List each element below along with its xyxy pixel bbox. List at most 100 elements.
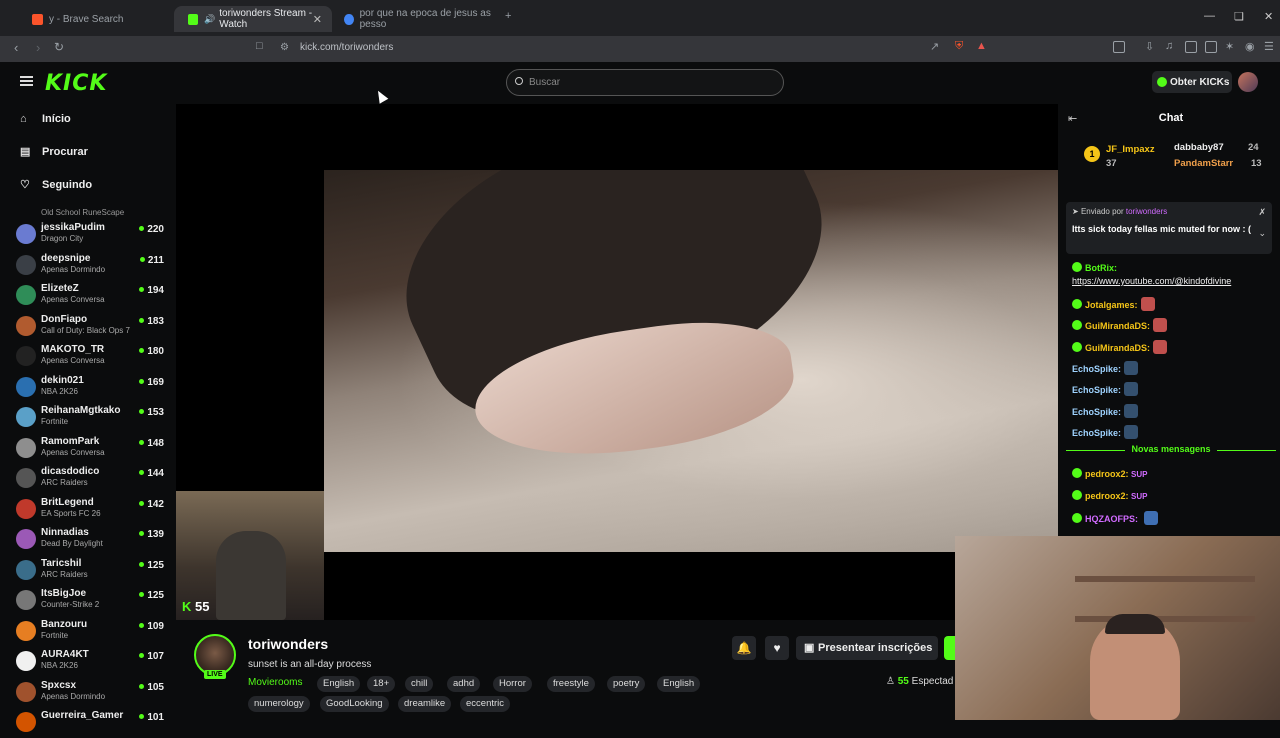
tag-chip[interactable]: freestyle xyxy=(547,676,595,692)
tag-chip[interactable]: chill xyxy=(405,676,434,692)
site-info-icon[interactable]: ⚙ xyxy=(280,42,289,53)
close-window-icon[interactable]: ✕ xyxy=(1264,10,1273,23)
maximize-icon[interactable]: ❏ xyxy=(1234,10,1244,23)
browser-tab[interactable]: y - Brave Search xyxy=(18,6,178,32)
close-tab-icon[interactable]: ✕ xyxy=(313,13,322,26)
stream-category[interactable]: Movierooms xyxy=(248,677,302,688)
sidebar-channel[interactable]: jessikaPudim Dragon City 220 xyxy=(16,220,166,250)
unpin-icon[interactable]: ✗ xyxy=(1258,207,1266,218)
chat-username[interactable]: HQZAOFPS: xyxy=(1085,514,1138,524)
download-icon[interactable]: ⇩ xyxy=(1145,40,1154,53)
sidebar-channel[interactable]: Taricshil ARC Raiders 125 xyxy=(16,556,166,586)
chat-username[interactable]: Jotalgames: xyxy=(1085,300,1138,310)
channel-category: Apenas Conversa xyxy=(41,447,105,457)
sidebar-channel[interactable]: AURA4KT NBA 2K26 107 xyxy=(16,647,166,677)
sidebar-channel[interactable]: Banzouru Fortnite 109 xyxy=(16,617,166,647)
kick-logo[interactable]: KICK xyxy=(45,71,107,96)
sidebar-channel[interactable]: dicasdodico ARC Raiders 144 xyxy=(16,464,166,494)
sidebar-channel[interactable]: Guerreira_Gamer 101 xyxy=(16,708,166,738)
menu-icon[interactable]: ☰ xyxy=(1264,40,1274,53)
back-icon[interactable]: ‹ xyxy=(14,40,18,55)
tag-chip[interactable]: GoodLooking xyxy=(320,696,389,712)
chat-username[interactable]: EchoSpike: xyxy=(1072,428,1121,438)
chat-message: pedroox2: SUP xyxy=(1072,489,1147,501)
channel-viewers: 211 xyxy=(140,255,164,266)
bookmark-icon[interactable]: □ xyxy=(256,40,263,52)
gifter-name[interactable]: JF_Impaxz xyxy=(1106,144,1155,155)
streamer-name[interactable]: toriwonders xyxy=(248,636,328,652)
channel-avatar xyxy=(16,559,36,580)
chat-username[interactable]: EchoSpike: xyxy=(1072,407,1121,417)
sidebar-channel[interactable]: deepsnipe Apenas Dormindo 211 xyxy=(16,251,166,281)
tag-chip[interactable]: English xyxy=(657,676,701,692)
reload-icon[interactable]: ↻ xyxy=(54,40,64,54)
chat-title: Chat xyxy=(1158,112,1184,124)
media-icon[interactable]: ♫ xyxy=(1165,40,1173,52)
sidebar-channel[interactable]: BritLegend EA Sports FC 26 142 xyxy=(16,495,166,525)
tag-chip[interactable]: poetry xyxy=(607,676,646,692)
gift-subs-button[interactable]: Presentear inscrições xyxy=(796,636,938,660)
nav-following[interactable]: ♡ Seguindo xyxy=(20,179,92,191)
search-placeholder: Buscar xyxy=(529,77,561,88)
channel-category: Counter-Strike 2 xyxy=(41,600,100,609)
brave-shields-icon[interactable]: ⛨ xyxy=(955,40,963,53)
verified-badge-icon xyxy=(1072,489,1082,500)
vpn-icon[interactable]: ◉ xyxy=(1245,40,1255,53)
chat-username[interactable]: GuiMirandaDS: xyxy=(1085,343,1150,353)
chevron-down-icon[interactable]: ⌄ xyxy=(1258,228,1266,239)
chat-panel: ⇤ Chat 1 JF_Impaxz 37 dabbaby87 24 Panda… xyxy=(1058,104,1280,536)
follow-heart-icon[interactable]: ♥ xyxy=(765,636,789,660)
gifter-name[interactable]: PandamStarr xyxy=(1174,158,1233,169)
sidebar-channel[interactable]: Ninnadias Dead By Daylight 139 xyxy=(16,525,166,555)
reader-icon[interactable] xyxy=(1185,41,1197,53)
wallet-icon[interactable] xyxy=(1205,41,1217,53)
channel-avatar xyxy=(16,498,36,519)
extensions-icon[interactable]: ✶ xyxy=(1225,40,1234,53)
chat-username[interactable]: EchoSpike: xyxy=(1072,364,1121,374)
tag-chip[interactable]: eccentric xyxy=(460,696,511,712)
nav-home[interactable]: ⌂ Início xyxy=(20,113,71,125)
browser-tab[interactable]: por que na epoca de jesus as pesso xyxy=(330,6,500,32)
search-input[interactable]: Buscar xyxy=(506,69,784,96)
tag-chip[interactable]: dreamlike xyxy=(398,696,452,712)
user-avatar[interactable] xyxy=(1238,72,1258,92)
hamburger-menu-icon[interactable] xyxy=(20,76,33,86)
sidebar: ⌂ Início ▤ Procurar ♡ Seguindo Old School R… xyxy=(0,104,176,732)
sidebar-channel[interactable]: ReihanaMgtkako Fortnite 153 xyxy=(16,403,166,433)
gifter-name[interactable]: dabbaby87 xyxy=(1174,142,1224,153)
tag-chip[interactable]: 18+ xyxy=(367,676,396,692)
new-tab-icon[interactable]: + xyxy=(505,10,511,22)
streamer-webcam: K 55 xyxy=(176,491,324,620)
get-kicks-button[interactable]: Obter KICKs xyxy=(1152,71,1232,93)
new-messages-divider[interactable]: Novas mensagens xyxy=(1066,444,1276,460)
sidebar-channel[interactable]: ElizeteZ Apenas Conversa 194 xyxy=(16,281,166,311)
minimize-icon[interactable]: — xyxy=(1204,10,1215,22)
browser-tab-active[interactable]: 🔊 toriwonders Stream - Watch ✕ xyxy=(174,6,332,32)
sidebar-channel[interactable]: RamomPark Apenas Conversa 148 xyxy=(16,434,166,464)
channel-name: ElizeteZ xyxy=(41,283,79,294)
share-icon[interactable]: ↗ xyxy=(930,40,939,53)
chat-username[interactable]: BotRix: xyxy=(1085,263,1117,273)
tag-chip[interactable]: Horror xyxy=(493,676,532,692)
sidebar-channel[interactable]: Spxcsx Apenas Dormindo 105 xyxy=(16,678,166,708)
forward-icon[interactable]: › xyxy=(36,40,40,55)
chat-username[interactable]: GuiMirandaDS: xyxy=(1085,321,1150,331)
chat-username[interactable]: EchoSpike: xyxy=(1072,385,1121,395)
tag-chip[interactable]: English xyxy=(317,676,361,692)
kick-badge: K 55 xyxy=(182,599,210,614)
chat-link[interactable]: https://www.youtube.com/@kindofdivine xyxy=(1072,276,1231,286)
tag-chip[interactable]: numerology xyxy=(248,696,310,712)
channel-avatar xyxy=(16,224,36,244)
sidebar-channel[interactable]: MAKOTO_TR Apenas Conversa 180 xyxy=(16,342,166,372)
tag-chip[interactable]: adhd xyxy=(447,676,481,692)
chat-username[interactable]: pedroox2: xyxy=(1085,469,1129,479)
url-field[interactable]: kick.com/toriwonders xyxy=(300,42,393,53)
chat-username[interactable]: pedroox2: xyxy=(1085,491,1129,501)
notification-bell-icon[interactable]: 🔔 xyxy=(732,636,756,660)
sidebar-toggle-icon[interactable] xyxy=(1113,41,1125,53)
nav-browse[interactable]: ▤ Procurar xyxy=(20,146,88,158)
brave-rewards-icon[interactable]: ▲ xyxy=(976,40,987,52)
sidebar-channel[interactable]: DonFiapo Call of Duty: Black Ops 7 183 xyxy=(16,312,166,342)
sidebar-channel[interactable]: dekin021 NBA 2K26 169 xyxy=(16,373,166,403)
sidebar-channel[interactable]: ItsBigJoe Counter-Strike 2 125 xyxy=(16,586,166,616)
